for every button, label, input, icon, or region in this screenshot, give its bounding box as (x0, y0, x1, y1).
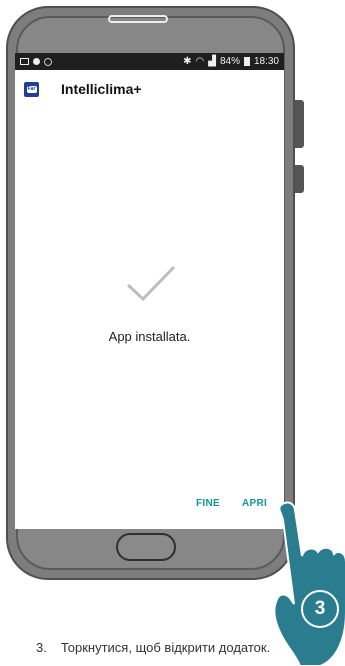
instruction-number: 3. (36, 640, 47, 655)
instruction-text: Торкнутися, щоб відкрити додаток. (60, 640, 271, 655)
step-badge: 3 (301, 590, 339, 628)
instruction-caption: 3. Торкнутися, щоб відкрити додаток. (36, 640, 270, 655)
pointing-hand-icon (273, 501, 345, 666)
